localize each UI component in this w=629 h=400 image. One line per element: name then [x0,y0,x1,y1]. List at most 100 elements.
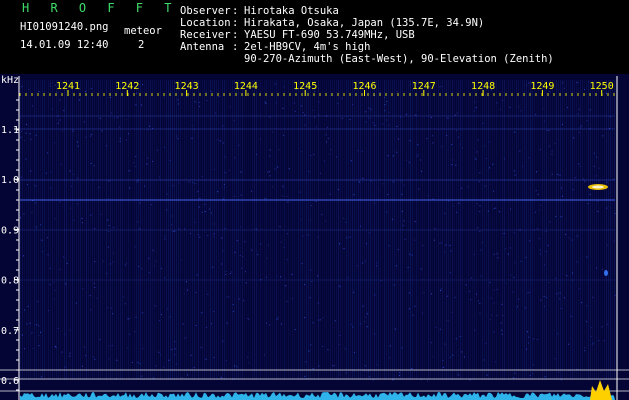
noise-dot [25,132,27,134]
noise-dot [156,149,158,151]
noise-dot [324,220,326,222]
noise-dot [98,187,100,188]
noise-dot [503,233,505,234]
noise-dot [188,181,190,183]
noise-dot [171,349,173,350]
noise-dot [201,211,203,213]
noise-dot [302,112,304,113]
noise-dot [589,109,591,111]
noise-dot [192,182,194,184]
noise-dot [386,100,388,102]
noise-dot [41,376,43,378]
noise-dot [315,201,317,202]
noise-dot [234,365,236,367]
noise-dot [317,275,319,277]
noise-dot [211,212,212,214]
noise-dot [476,151,478,153]
y-tick-label: 0.6 [1,376,19,387]
noise-dot [397,249,399,251]
noise-dot [206,100,208,102]
noise-dot [280,276,282,278]
noise-dot [447,117,449,119]
noise-dot [108,197,109,199]
noise-dot [492,163,494,165]
noise-dot [220,376,222,378]
noise-dot [59,99,61,101]
noise-dot [607,323,609,325]
noise-dot [444,213,446,214]
noise-dot [90,214,92,216]
x-tick-label: 1243 [175,81,199,92]
noise-dot [484,185,486,187]
noise-dot [473,110,475,112]
noise-dot [343,248,345,250]
noise-dot [486,374,488,376]
noise-dot [334,364,336,366]
noise-dot [166,308,168,310]
noise-dot [475,158,477,160]
noise-dot [489,167,490,169]
noise-dot [213,168,215,170]
noise-dot [141,268,143,270]
noise-dot [495,207,497,209]
noise-dot [125,119,127,121]
noise-dot [201,175,203,177]
noise-dot [150,204,152,206]
noise-dot [518,106,520,108]
noise-dot [404,238,406,240]
noise-dot [107,219,109,221]
noise-dot [224,172,226,174]
noise-dot [75,302,77,304]
noise-dot [90,134,92,136]
meteor-echo [604,270,608,276]
noise-dot [535,190,537,192]
noise-dot [460,187,462,189]
noise-dot [415,114,417,116]
noise-dot [347,277,349,279]
noise-dot [532,364,534,366]
noise-dot [181,377,183,378]
noise-dot [457,373,459,375]
noise-dot [124,264,126,266]
noise-dot [245,271,246,273]
noise-dot [77,141,78,143]
noise-dot [606,207,608,209]
noise-dot [28,89,30,90]
noise-dot [416,156,418,157]
noise-dot [89,295,91,297]
noise-dot [142,348,144,350]
noise-dot [63,110,65,112]
noise-dot [131,362,133,363]
noise-dot [584,350,586,352]
noise-dot [353,291,355,293]
noise-dot [196,274,198,276]
noise-dot [300,105,302,107]
noise-dot [93,165,95,167]
noise-dot [304,114,306,116]
noise-dot [365,111,367,113]
noise-dot [493,253,495,255]
noise-dot [525,256,527,258]
noise-dot [518,298,520,300]
noise-dot [236,239,238,241]
noise-dot [501,329,503,331]
noise-dot [182,323,184,325]
noise-dot [26,124,28,125]
noise-dot [269,116,271,118]
noise-dot [327,138,329,140]
noise-dot [54,298,56,300]
noise-dot [113,226,115,228]
noise-dot [90,162,92,164]
noise-dot [614,294,616,296]
noise-dot [291,273,293,275]
noise-dot [174,230,176,232]
noise-dot [529,240,531,242]
noise-dot [510,208,511,210]
noise-dot [112,313,114,315]
noise-dot [493,302,495,304]
noise-dot [248,319,250,321]
noise-dot [59,268,61,270]
noise-dot [457,136,459,138]
noise-dot [451,164,453,166]
noise-dot [148,257,150,259]
